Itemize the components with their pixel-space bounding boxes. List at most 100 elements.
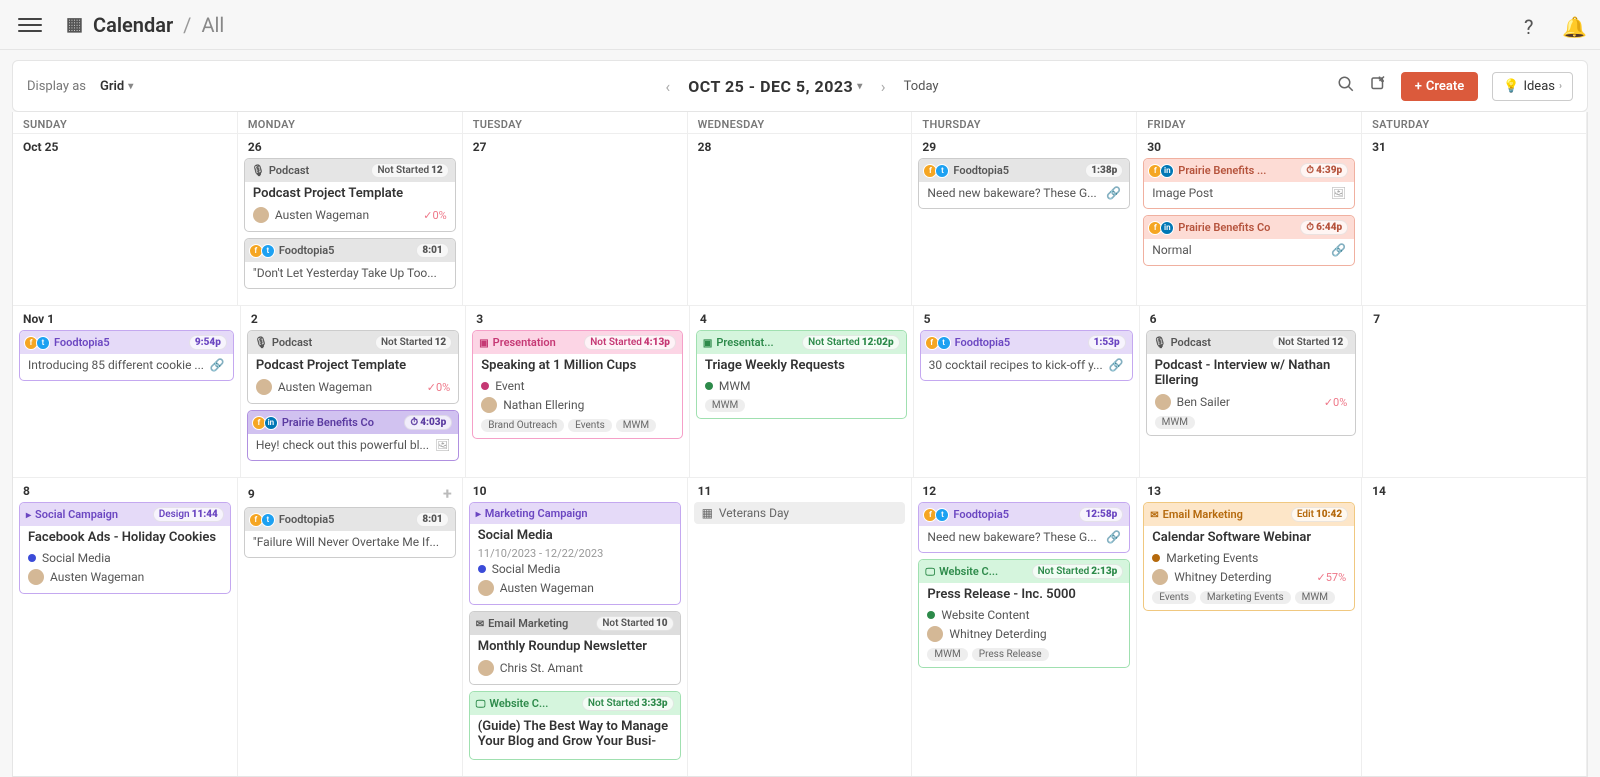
calendar-card[interactable]: ✉Email MarketingEdit10:42Calendar Softwa… <box>1143 502 1355 611</box>
ideas-button[interactable]: 💡Ideas › <box>1492 72 1573 101</box>
day-number: 3 <box>472 312 683 330</box>
link-icon: 🔗 <box>1109 358 1124 372</box>
calendar-card[interactable]: ▸Marketing CampaignSocial Media11/10/202… <box>469 502 681 605</box>
today-button[interactable]: Today <box>904 79 939 94</box>
day-cell[interactable]: 13✉Email MarketingEdit10:42Calendar Soft… <box>1137 477 1362 776</box>
status-pill: ⏱6:44p <box>1300 220 1348 235</box>
calendar-card[interactable]: ✉Email MarketingNot Started10Monthly Rou… <box>469 611 681 685</box>
card-category: Foodtopia5 <box>54 336 185 349</box>
day-cell[interactable]: 8▸Social CampaignDesign11:44Facebook Ads… <box>13 477 238 776</box>
calendar-card[interactable]: finPrairie Benefits ...⏱4:39pImage Post🖼 <box>1143 158 1355 209</box>
calendar-card[interactable]: 🎙PodcastNot Started12Podcast Project Tem… <box>247 330 459 404</box>
day-cell[interactable]: Oct 25 <box>13 133 238 305</box>
category-icon: ✉ <box>1150 508 1158 521</box>
prev-range-button[interactable]: ‹ <box>661 73 674 100</box>
calendar-card[interactable]: ftFoodtopia59:54pIntroducing 85 differen… <box>19 330 234 381</box>
card-label: Marketing Events <box>1152 549 1346 567</box>
calendar-card[interactable]: finPrairie Benefits Co⏱6:44pNormal🔗 <box>1143 215 1355 266</box>
category-icon: ▣ <box>479 336 488 349</box>
notifications-icon[interactable]: 🔔 <box>1562 15 1582 35</box>
day-cell[interactable]: 26🎙PodcastNot Started12Podcast Project T… <box>238 133 463 305</box>
display-mode-select[interactable]: Grid▾ <box>100 79 133 94</box>
breadcrumb-view[interactable]: All <box>201 13 224 37</box>
calendar-card[interactable]: 🎙PodcastNot Started12Podcast - Interview… <box>1146 330 1357 436</box>
help-icon[interactable]: ? <box>1524 15 1544 35</box>
calendar-card[interactable]: ▣PresentationNot Started4:13pSpeaking at… <box>472 330 683 439</box>
day-number: 11 <box>694 484 906 502</box>
calendar-card[interactable]: ftFoodtopia58:01"Don't Let Yesterday Tak… <box>244 238 456 289</box>
add-item-button[interactable]: + <box>443 484 452 503</box>
day-cell[interactable]: 9+ftFoodtopia58:01"Failure Will Never Ov… <box>238 477 463 776</box>
day-cell[interactable]: 12ftFoodtopia512:58pNeed new bakeware? T… <box>912 477 1137 776</box>
calendar-card[interactable]: ▣Presentat...Not Started12:02pTriage Wee… <box>696 330 907 419</box>
lightbulb-icon: 💡 <box>1503 79 1519 94</box>
search-icon[interactable] <box>1337 75 1355 97</box>
clock-icon: ⏱ <box>410 417 418 428</box>
day-cell[interactable]: 2🎙PodcastNot Started12Podcast Project Te… <box>241 305 466 477</box>
plus-icon: + <box>1415 79 1422 94</box>
create-button[interactable]: +Create <box>1401 72 1479 101</box>
tag: MWM <box>705 399 745 412</box>
day-cell[interactable]: 5ftFoodtopia51:53p30 cocktail recipes to… <box>914 305 1140 477</box>
calendar-icon: ▦ <box>66 14 83 35</box>
day-cell[interactable]: 27 <box>463 133 688 305</box>
day-cell[interactable]: 29ftFoodtopia51:38pNeed new bakeware? Th… <box>912 133 1137 305</box>
calendar-card[interactable]: ftFoodtopia512:58pNeed new bakeware? The… <box>918 502 1130 553</box>
calendar-card[interactable]: ▸Social CampaignDesign11:44Facebook Ads … <box>19 502 231 594</box>
day-cell[interactable]: 31 <box>1362 133 1587 305</box>
day-number: 29 <box>918 140 1130 158</box>
day-cell[interactable]: 7 <box>1363 305 1587 477</box>
day-cell[interactable]: 6🎙PodcastNot Started12Podcast - Intervie… <box>1140 305 1364 477</box>
card-subtitle: 11/10/2023 - 12/22/2023 <box>478 547 672 560</box>
card-label: Website Content <box>927 606 1121 624</box>
calendar-card[interactable]: 🎙PodcastNot Started12Podcast Project Tem… <box>244 158 456 232</box>
calendar-card[interactable]: ftFoodtopia51:53p30 cocktail recipes to … <box>920 330 1133 381</box>
date-range-picker[interactable]: OCT 25 - DEC 5, 2023▾ <box>688 77 863 96</box>
day-cell[interactable]: Nov 1ftFoodtopia59:54pIntroducing 85 dif… <box>13 305 241 477</box>
avatar <box>481 397 497 413</box>
status-pill: ⏱4:39p <box>1300 163 1348 178</box>
calendar-card[interactable]: ftFoodtopia51:38pNeed new bakeware? Thes… <box>918 158 1130 209</box>
menu-icon[interactable] <box>18 13 42 37</box>
day-number: 5 <box>920 312 1133 330</box>
card-tags: EventsMarketing EventsMWM <box>1152 587 1346 604</box>
category-icon: ▸ <box>26 508 31 521</box>
status-pill: Edit10:42 <box>1291 507 1348 522</box>
status-pill: 1:38p <box>1085 163 1123 178</box>
weekday-header: WEDNESDAY <box>688 112 913 133</box>
calendar-card[interactable]: 🖵Website C...Not Started3:33p(Guide) The… <box>469 691 681 760</box>
day-number: 14 <box>1368 484 1580 502</box>
day-cell[interactable]: 10▸Marketing CampaignSocial Media11/10/2… <box>463 477 688 776</box>
day-cell[interactable]: 28 <box>688 133 913 305</box>
next-range-button[interactable]: › <box>877 73 890 100</box>
card-category: Website C... <box>489 697 578 710</box>
calendar-card[interactable]: ftFoodtopia58:01"Failure Will Never Over… <box>244 507 456 558</box>
day-cell[interactable]: 11▦Veterans Day <box>688 477 913 776</box>
status-pill: 12:58p <box>1079 507 1123 522</box>
card-assignee: Austen Wageman✓0% <box>256 377 450 397</box>
calendar-card[interactable]: 🖵Website C...Not Started2:13pPress Relea… <box>918 559 1130 668</box>
breadcrumb-app[interactable]: Calendar <box>93 13 173 37</box>
status-pill: Not Started10 <box>596 616 673 631</box>
day-cell[interactable]: 3▣PresentationNot Started4:13pSpeaking a… <box>466 305 690 477</box>
card-title: Triage Weekly Requests <box>705 356 898 377</box>
day-number: 9+ <box>244 484 456 507</box>
day-cell[interactable]: 4▣Presentat...Not Started12:02pTriage We… <box>690 305 914 477</box>
day-cell[interactable]: 14 <box>1362 477 1587 776</box>
day-number: 27 <box>469 140 681 158</box>
day-number: 30 <box>1143 140 1355 158</box>
card-assignee: Austen Wageman <box>28 567 222 587</box>
link-icon: 🔗 <box>1331 243 1346 257</box>
day-cell[interactable]: 30finPrairie Benefits ...⏱4:39pImage Pos… <box>1137 133 1362 305</box>
clock-icon: ⏱ <box>1306 165 1314 176</box>
card-category: Foodtopia5 <box>953 164 1081 177</box>
card-category: Social Campaign <box>35 508 149 521</box>
category-icon: ft <box>251 513 275 527</box>
share-icon[interactable] <box>1369 75 1387 97</box>
weekday-header: MONDAY <box>238 112 463 133</box>
display-as-label: Display as <box>27 79 86 94</box>
card-title: Facebook Ads - Holiday Cookies <box>28 528 222 549</box>
day-number: 13 <box>1143 484 1355 502</box>
calendar-card[interactable]: finPrairie Benefits Co⏱4:03pHey! check o… <box>247 410 459 461</box>
card-category: Foodtopia5 <box>279 244 412 257</box>
